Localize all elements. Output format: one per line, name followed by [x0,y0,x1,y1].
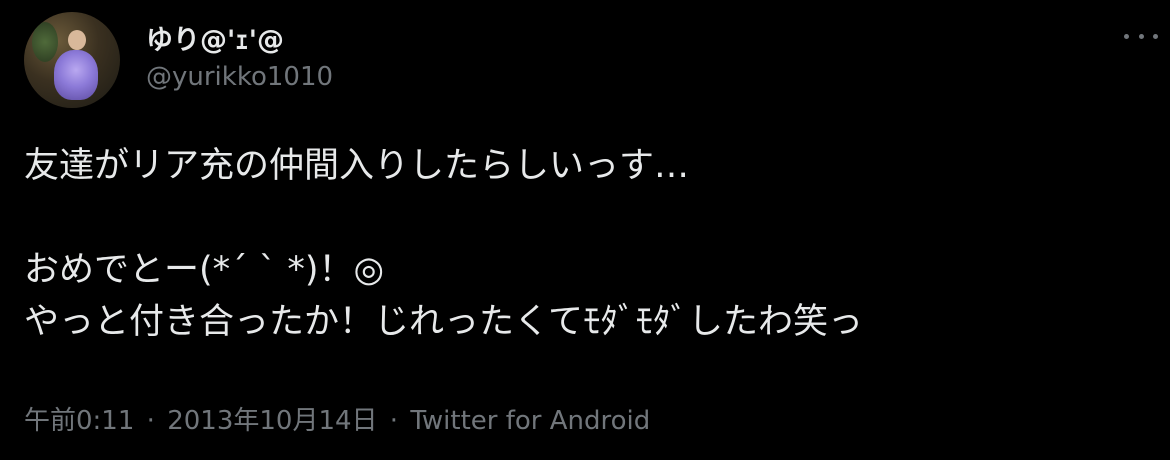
dot [1153,33,1158,39]
user-handle[interactable]: @yurikko1010 [146,62,333,92]
dot [1124,33,1129,39]
dot [1138,33,1144,39]
tweet-date[interactable]: 2013年10月14日 [167,406,377,436]
tweet-text: 友達がリア充の仲間入りしたらしいっす… おめでとー(*´ ` *)！◎ やっと付… [24,140,1144,348]
tweet-line: 友達がリア充の仲間入りしたらしいっす… [24,146,690,186]
tweet-line: やっと付き合ったか！じれったくてﾓﾀﾞﾓﾀﾞしたわ笑っ [24,302,863,342]
avatar-figure [54,50,98,100]
meta-separator: · [389,406,399,436]
avatar-head [68,30,86,50]
more-horizontal-icon[interactable] [1124,30,1158,42]
tweet-line: おめでとー(*´ ` *)！◎ [24,250,385,290]
meta-separator: · [146,406,155,436]
tweet-meta: 午前0:11 · 2013年10月14日 · Twitter for Andro… [24,400,650,437]
tweet-card: ゆり@'ｪ'@ @yurikko1010 友達がリア充の仲間入りしたらしいっす…… [0,0,1170,460]
avatar[interactable] [24,12,120,108]
tweet-time[interactable]: 午前0:11 [24,406,134,436]
tweet-source[interactable]: Twitter for Android [410,406,650,436]
avatar-plant-decoration [32,22,58,62]
display-name[interactable]: ゆり@'ｪ'@ [146,18,284,57]
